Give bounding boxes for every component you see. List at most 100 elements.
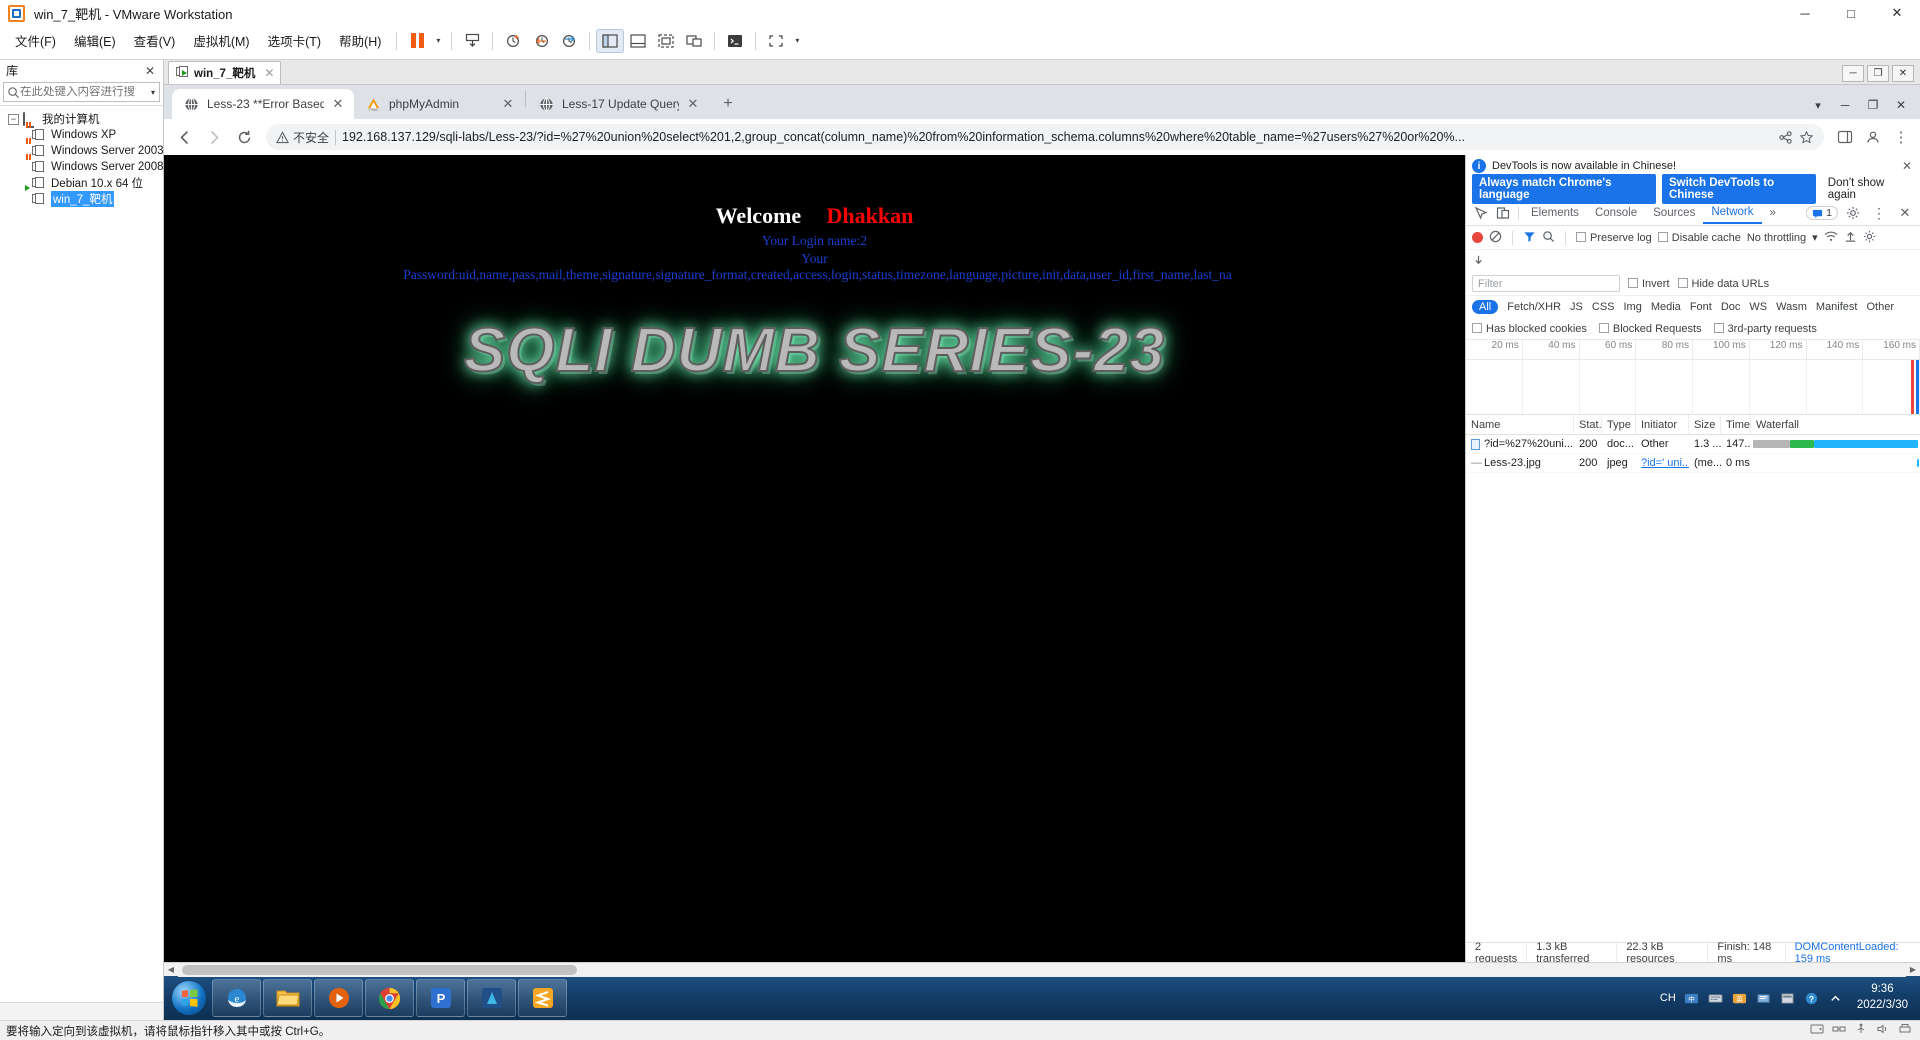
filter-type-media[interactable]: Media bbox=[1651, 301, 1681, 313]
throttling-caret-icon[interactable]: ▾ bbox=[1812, 231, 1818, 244]
search-tabs-caret-icon[interactable]: ▾ bbox=[1806, 94, 1830, 116]
menu-tabs[interactable]: 选项卡(T) bbox=[259, 27, 330, 54]
taskbar-file-explorer[interactable] bbox=[263, 979, 312, 1017]
sidebar-item-win7-target[interactable]: win_7_靶机 bbox=[0, 191, 163, 207]
page-horizontal-scrollbar[interactable]: ◀ ▶ bbox=[164, 962, 1920, 977]
has-blocked-cookies-checkbox[interactable]: Has blocked cookies bbox=[1472, 322, 1587, 335]
back-button[interactable] bbox=[170, 123, 198, 151]
vm-close-button[interactable]: ✕ bbox=[1892, 65, 1914, 82]
revert-snapshot-icon[interactable] bbox=[527, 29, 555, 53]
show-thumbnail-bar-icon[interactable] bbox=[624, 29, 652, 53]
taskbar-phpstudy[interactable]: P bbox=[416, 979, 465, 1017]
take-snapshot-icon[interactable] bbox=[499, 29, 527, 53]
device-toolbar-icon[interactable] bbox=[1492, 203, 1514, 223]
vm-tab-close-icon[interactable]: ✕ bbox=[264, 66, 274, 80]
library-search-box[interactable]: ▾ bbox=[3, 82, 160, 102]
column-header-type[interactable]: Type bbox=[1602, 414, 1636, 435]
throttling-select[interactable]: No throttling bbox=[1747, 232, 1806, 244]
taskbar-media-player[interactable] bbox=[314, 979, 363, 1017]
sidebar-item-windows-xp[interactable]: Windows XP bbox=[0, 121, 163, 143]
network-icon[interactable] bbox=[1832, 1023, 1846, 1038]
taskbar-navicat[interactable] bbox=[467, 979, 516, 1017]
filter-type-other[interactable]: Other bbox=[1866, 301, 1894, 313]
sidebar-item-windows-server-2008[interactable]: Windows Server 2008 bbox=[0, 153, 163, 175]
column-header-size[interactable]: Size bbox=[1689, 414, 1721, 435]
forward-button[interactable] bbox=[200, 123, 228, 151]
chinese-icon[interactable]: 英 bbox=[1731, 989, 1749, 1007]
scroll-track[interactable] bbox=[178, 962, 1906, 977]
filter-type-fetch-xhr[interactable]: Fetch/XHR bbox=[1507, 301, 1561, 313]
export-har-icon[interactable] bbox=[1472, 253, 1485, 269]
filter-type-font[interactable]: Font bbox=[1690, 301, 1712, 313]
filter-type-js[interactable]: JS bbox=[1570, 301, 1583, 313]
fullscreen-icon[interactable] bbox=[762, 29, 790, 53]
network-overview-graph[interactable] bbox=[1466, 360, 1920, 415]
multiple-monitors-icon[interactable] bbox=[680, 29, 708, 53]
send-ctrl-alt-del-icon[interactable] bbox=[458, 29, 486, 53]
pause-vm-button[interactable] bbox=[403, 29, 431, 53]
profile-icon[interactable] bbox=[1860, 124, 1886, 150]
vm-tab-win7[interactable]: win_7_靶机 ✕ bbox=[168, 61, 282, 84]
ime-icon[interactable]: 中 bbox=[1683, 989, 1701, 1007]
browser-tab-less17[interactable]: Less-17 Update Query- Error b ✕ bbox=[527, 89, 709, 119]
network-settings-icon[interactable] bbox=[1863, 230, 1876, 246]
taskbar-chrome[interactable] bbox=[365, 979, 414, 1017]
browser-tab-less23[interactable]: Less-23 **Error Based- no com ✕ bbox=[172, 89, 354, 119]
issues-badge[interactable]: 1 bbox=[1806, 206, 1838, 220]
filter-type-img[interactable]: Img bbox=[1624, 301, 1642, 313]
menu-file[interactable]: 文件(F) bbox=[6, 27, 65, 54]
search-icon[interactable] bbox=[1542, 230, 1555, 246]
filter-type-all[interactable]: All bbox=[1472, 300, 1499, 314]
dont-show-again-button[interactable]: Don't show again bbox=[1822, 174, 1914, 204]
gear-icon[interactable] bbox=[1842, 203, 1864, 223]
library-search-input[interactable] bbox=[20, 86, 136, 98]
usb-icon[interactable] bbox=[1854, 1023, 1868, 1038]
bookmark-star-icon[interactable] bbox=[1799, 130, 1814, 145]
toolbar-icon[interactable] bbox=[1779, 989, 1797, 1007]
show-console-view-icon[interactable] bbox=[652, 29, 680, 53]
browser-tab-phpmyadmin[interactable]: PMA phpMyAdmin ✕ bbox=[354, 89, 524, 119]
browser-tab-close-icon[interactable]: ✕ bbox=[687, 96, 699, 112]
browser-tab-close-icon[interactable]: ✕ bbox=[502, 96, 514, 112]
sidebar-item-windows-server-2003[interactable]: Windows Server 2003 bbox=[0, 137, 163, 159]
chrome-close-button[interactable]: ✕ bbox=[1888, 95, 1914, 115]
switch-devtools-to-chinese-button[interactable]: Switch DevTools to Chinese bbox=[1661, 174, 1816, 204]
taskbar-sublime-text[interactable] bbox=[518, 979, 567, 1017]
library-close-icon[interactable]: ✕ bbox=[141, 64, 159, 78]
filter-type-css[interactable]: CSS bbox=[1592, 301, 1615, 313]
record-icon[interactable] bbox=[1472, 232, 1483, 243]
menu-help[interactable]: 帮助(H) bbox=[330, 27, 390, 54]
not-secure-indicator[interactable]: 不安全 bbox=[276, 129, 329, 146]
third-party-requests-checkbox[interactable]: 3rd-party requests bbox=[1713, 322, 1817, 335]
table-row[interactable]: — Less-23.jpg 200 jpeg ?id=' uni... (me.… bbox=[1466, 454, 1920, 473]
clear-icon[interactable] bbox=[1489, 230, 1502, 246]
snapshot-manager-icon[interactable] bbox=[555, 29, 583, 53]
help-icon[interactable]: ? bbox=[1803, 989, 1821, 1007]
address-bar[interactable]: 不安全 192.168.137.129/sqli-labs/Less-23/?i… bbox=[266, 124, 1824, 150]
show-hidden-icons-icon[interactable] bbox=[1827, 989, 1845, 1007]
filter-input[interactable]: Filter bbox=[1472, 275, 1620, 292]
menu-edit[interactable]: 编辑(E) bbox=[65, 27, 125, 54]
import-har-icon[interactable] bbox=[1844, 230, 1857, 246]
column-header-status[interactable]: Stat.. bbox=[1574, 414, 1602, 435]
vm-minimize-button[interactable]: ─ bbox=[1842, 65, 1864, 82]
menu-view[interactable]: 查看(V) bbox=[125, 27, 185, 54]
filter-type-wasm[interactable]: Wasm bbox=[1776, 301, 1807, 313]
more-tabs-icon[interactable]: » bbox=[1762, 204, 1784, 222]
network-conditions-icon[interactable] bbox=[1824, 230, 1838, 245]
tab-elements[interactable]: Elements bbox=[1523, 204, 1587, 222]
preserve-log-checkbox[interactable]: Preserve log bbox=[1576, 231, 1652, 244]
search-dropdown-caret-icon[interactable]: ▾ bbox=[151, 88, 156, 97]
side-panel-icon[interactable] bbox=[1832, 124, 1858, 150]
tab-sources[interactable]: Sources bbox=[1645, 204, 1703, 222]
taskbar-internet-explorer[interactable]: e bbox=[212, 979, 261, 1017]
start-button[interactable] bbox=[168, 978, 210, 1018]
scroll-left-icon[interactable]: ◀ bbox=[164, 965, 178, 974]
tools-icon[interactable] bbox=[1755, 989, 1773, 1007]
show-library-icon[interactable] bbox=[596, 28, 625, 53]
tray-language-indicator[interactable]: CH bbox=[1659, 989, 1677, 1007]
reload-button[interactable] bbox=[230, 123, 258, 151]
chrome-minimize-button[interactable]: ─ bbox=[1832, 95, 1858, 115]
chrome-maximize-button[interactable]: ❐ bbox=[1860, 95, 1886, 115]
filter-type-manifest[interactable]: Manifest bbox=[1816, 301, 1858, 313]
